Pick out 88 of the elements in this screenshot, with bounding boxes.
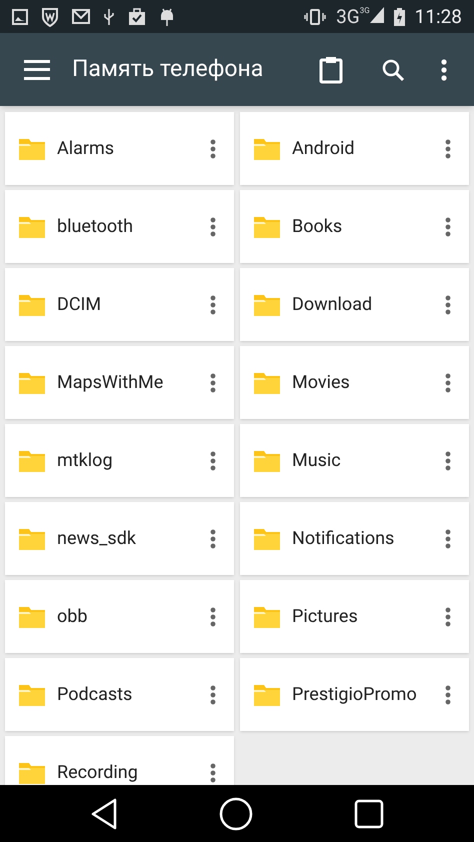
folder-name: Movies xyxy=(292,371,350,395)
usb-icon xyxy=(103,8,115,26)
folder-icon xyxy=(253,136,281,160)
folder-name: DCIM xyxy=(57,293,102,317)
folder-icon xyxy=(253,448,281,472)
folder-card[interactable]: PrestigioPromo xyxy=(240,658,469,731)
folder-card[interactable]: MapsWithMe xyxy=(5,346,234,419)
folder-name: Podcasts xyxy=(57,683,132,707)
more-icon[interactable] xyxy=(210,450,216,470)
clock: 11:28 xyxy=(414,7,462,26)
more-icon[interactable] xyxy=(210,138,216,158)
folder-card[interactable]: bluetooth xyxy=(5,190,234,263)
signal-icon xyxy=(370,7,384,23)
folder-icon xyxy=(253,526,281,550)
folder-card[interactable]: obb xyxy=(5,580,234,653)
more-icon[interactable] xyxy=(441,58,447,80)
folder-icon xyxy=(18,760,46,784)
folder-card[interactable]: Podcasts xyxy=(5,658,234,731)
folder-card[interactable]: Pictures xyxy=(240,580,469,653)
vibrate-icon xyxy=(304,8,326,24)
folder-icon xyxy=(18,526,46,550)
folder-name: news_sdk xyxy=(57,527,136,551)
folder-name: mtklog xyxy=(57,449,113,473)
folder-icon xyxy=(18,292,46,316)
folder-icon xyxy=(253,370,281,394)
folder-name: Download xyxy=(292,293,372,317)
more-icon[interactable] xyxy=(445,528,451,548)
more-icon[interactable] xyxy=(210,606,216,626)
folder-card[interactable]: Download xyxy=(240,268,469,341)
briefcase-check-icon xyxy=(128,8,146,26)
more-icon[interactable] xyxy=(445,372,451,392)
folder-card[interactable]: mtklog xyxy=(5,424,234,497)
folder-name: Notifications xyxy=(292,527,394,551)
folder-icon xyxy=(253,682,281,706)
recents-icon[interactable] xyxy=(354,798,384,828)
home-icon[interactable] xyxy=(218,796,253,830)
folder-icon xyxy=(253,214,281,238)
more-icon[interactable] xyxy=(445,606,451,626)
more-icon[interactable] xyxy=(445,138,451,158)
folder-name: obb xyxy=(57,605,88,629)
folder-icon xyxy=(253,292,281,316)
network-superscript-label: 3G xyxy=(360,7,370,15)
back-icon[interactable] xyxy=(90,796,118,830)
folder-card[interactable]: Alarms xyxy=(5,112,234,185)
folder-icon xyxy=(18,214,46,238)
folder-card[interactable]: Recording xyxy=(5,736,234,785)
folder-name: bluetooth xyxy=(57,215,133,239)
folder-icon xyxy=(18,448,46,472)
menu-icon[interactable] xyxy=(24,60,50,80)
more-icon[interactable] xyxy=(445,450,451,470)
folder-card[interactable]: Android xyxy=(240,112,469,185)
search-icon[interactable] xyxy=(381,58,405,82)
folder-card[interactable]: news_sdk xyxy=(5,502,234,575)
folder-card[interactable]: Music xyxy=(240,424,469,497)
more-icon[interactable] xyxy=(210,372,216,392)
mail-icon xyxy=(72,9,90,24)
folder-name: Pictures xyxy=(292,605,358,629)
folder-name: Music xyxy=(292,449,341,473)
folder-name: Books xyxy=(292,215,342,239)
toolbar-title: Память телефона xyxy=(72,54,264,84)
more-icon[interactable] xyxy=(445,684,451,704)
battery-charging-icon xyxy=(394,8,405,26)
folder-name: PrestigioPromo xyxy=(292,683,417,707)
clipboard-icon[interactable] xyxy=(319,56,343,84)
folder-icon xyxy=(18,682,46,706)
more-icon[interactable] xyxy=(210,762,216,782)
folder-name: Android xyxy=(292,137,355,161)
network-type: 3G xyxy=(336,7,360,26)
image-icon xyxy=(12,8,28,24)
folder-card[interactable]: Movies xyxy=(240,346,469,419)
more-icon[interactable] xyxy=(210,528,216,548)
folder-icon xyxy=(18,136,46,160)
folder-card[interactable]: Notifications xyxy=(240,502,469,575)
folder-card[interactable]: DCIM xyxy=(5,268,234,341)
shield-icon xyxy=(41,6,59,26)
folder-card[interactable]: Books xyxy=(240,190,469,263)
folder-icon xyxy=(253,604,281,628)
folder-name: MapsWithMe xyxy=(57,371,164,395)
more-icon[interactable] xyxy=(210,684,216,704)
folder-name: Alarms xyxy=(57,137,114,161)
more-icon[interactable] xyxy=(445,294,451,314)
folder-name: Recording xyxy=(57,761,138,785)
more-icon[interactable] xyxy=(445,216,451,236)
folder-icon xyxy=(18,370,46,394)
more-icon[interactable] xyxy=(210,216,216,236)
folder-icon xyxy=(18,604,46,628)
more-icon[interactable] xyxy=(210,294,216,314)
android-icon xyxy=(159,6,175,26)
